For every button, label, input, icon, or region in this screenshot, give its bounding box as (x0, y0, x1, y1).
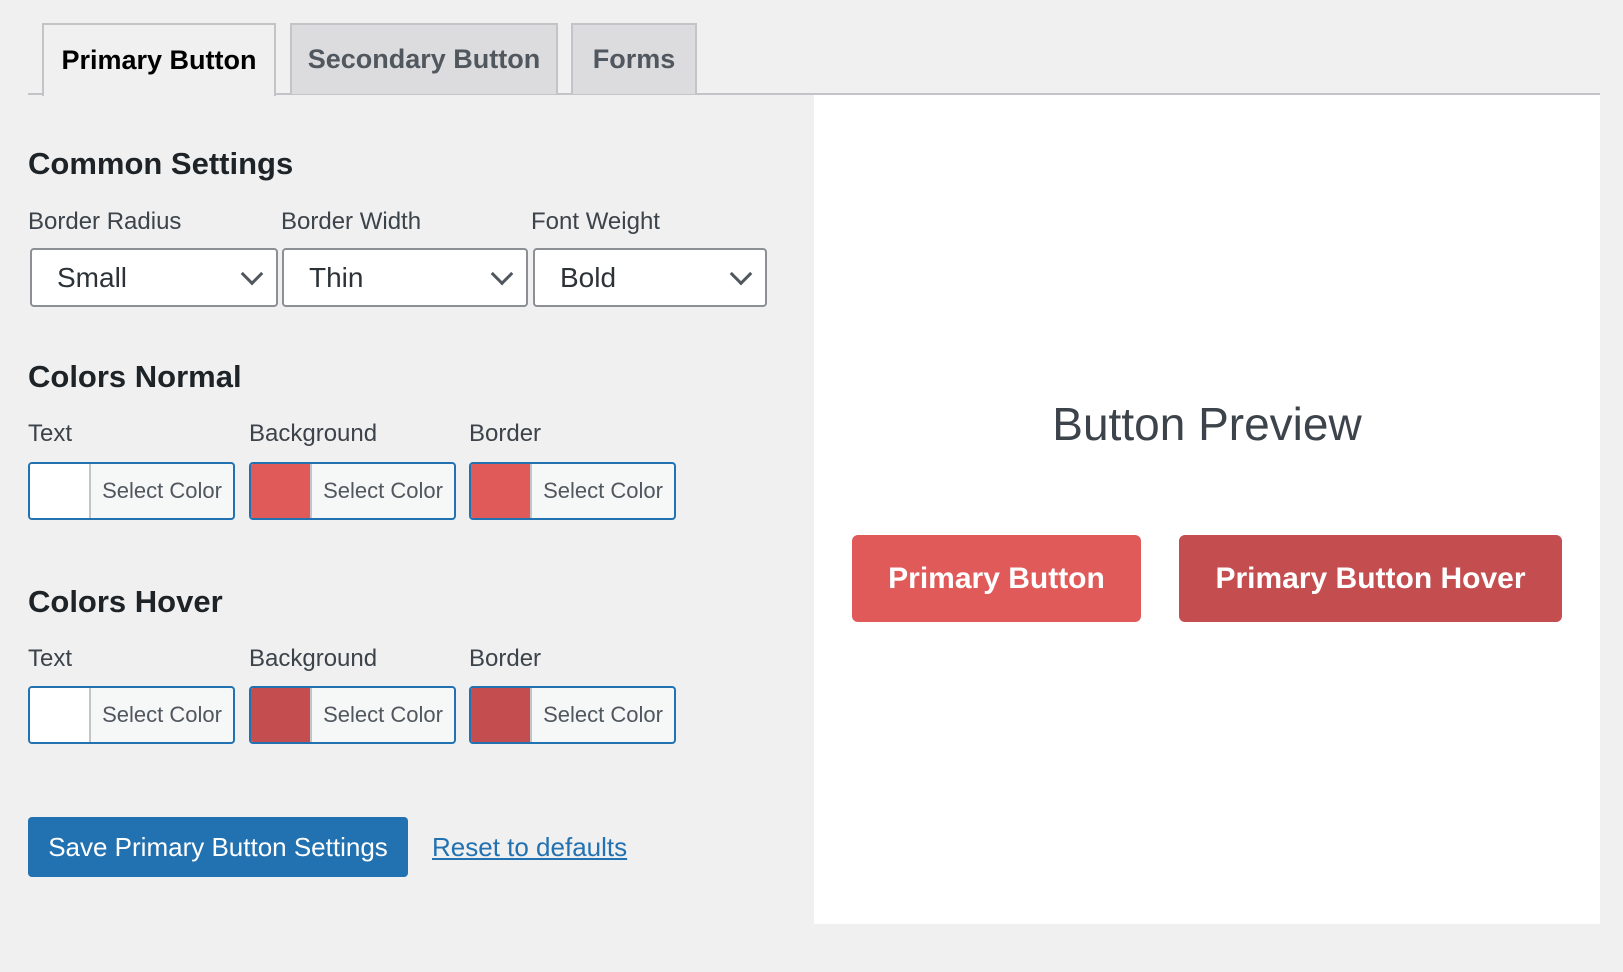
font-weight-select[interactable]: Bold (533, 248, 767, 307)
button-preview-panel: Button Preview Primary Button Primary Bu… (814, 95, 1600, 924)
normal-border-label: Border (469, 420, 542, 447)
reset-to-defaults-link[interactable]: Reset to defaults (432, 832, 627, 862)
border-radius-label: Border Radius (28, 208, 182, 235)
border-width-select[interactable]: Thin (282, 248, 528, 307)
color-swatch (30, 464, 91, 518)
hover-text-color-picker[interactable]: Select Color (28, 686, 235, 744)
border-radius-select[interactable]: Small (30, 248, 278, 307)
chevron-down-icon (729, 262, 753, 285)
preview-primary-button[interactable]: Primary Button (852, 535, 1141, 622)
normal-background-label: Background (249, 420, 378, 447)
chevron-down-icon (490, 262, 514, 285)
preview-title: Button Preview (1052, 398, 1362, 450)
tab-label: Primary Button (61, 45, 257, 75)
tab-label: Secondary Button (307, 44, 541, 74)
color-swatch (251, 688, 312, 742)
select-value: Thin (309, 261, 364, 293)
select-color-button[interactable]: Select Color (532, 464, 674, 518)
font-weight-label: Font Weight (531, 208, 660, 235)
hover-text-label: Text (28, 645, 73, 672)
tab-forms[interactable]: Forms (571, 23, 697, 94)
common-settings-heading: Common Settings (28, 146, 294, 181)
select-color-button[interactable]: Select Color (532, 688, 674, 742)
normal-text-label: Text (28, 420, 73, 447)
select-color-button[interactable]: Select Color (312, 464, 454, 518)
preview-primary-button-hover[interactable]: Primary Button Hover (1179, 535, 1562, 622)
color-swatch (30, 688, 91, 742)
select-color-button[interactable]: Select Color (312, 688, 454, 742)
color-swatch (471, 464, 532, 518)
normal-text-color-picker[interactable]: Select Color (28, 462, 235, 520)
normal-border-color-picker[interactable]: Select Color (469, 462, 676, 520)
select-color-button[interactable]: Select Color (91, 688, 233, 742)
hover-background-label: Background (249, 645, 378, 672)
hover-background-color-picker[interactable]: Select Color (249, 686, 456, 744)
tab-primary-button[interactable]: Primary Button (42, 23, 276, 96)
select-value: Bold (560, 261, 617, 293)
border-width-label: Border Width (281, 208, 422, 235)
normal-background-color-picker[interactable]: Select Color (249, 462, 456, 520)
color-swatch (251, 464, 312, 518)
select-color-button[interactable]: Select Color (91, 464, 233, 518)
colors-normal-heading: Colors Normal (28, 359, 242, 394)
tab-label: Forms (592, 44, 676, 74)
colors-hover-heading: Colors Hover (28, 584, 223, 619)
hover-border-label: Border (469, 645, 542, 672)
chevron-down-icon (240, 262, 264, 285)
select-value: Small (57, 261, 128, 293)
tab-secondary-button[interactable]: Secondary Button (290, 23, 558, 94)
color-swatch (471, 688, 532, 742)
hover-border-color-picker[interactable]: Select Color (469, 686, 676, 744)
save-settings-button[interactable]: Save Primary Button Settings (28, 817, 408, 877)
